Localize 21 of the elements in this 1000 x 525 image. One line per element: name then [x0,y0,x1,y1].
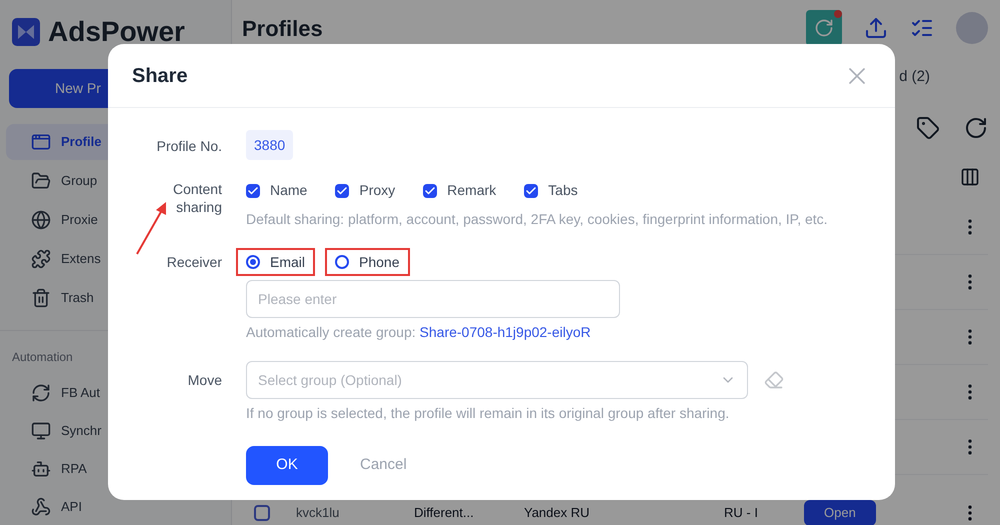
hint-text: Default sharing: platform, account, password, 2FA key, cookies, fingerprint information, IP, etc. [246,210,829,229]
group-name: Share-0708-h1j9p02-eilyoR [420,324,591,340]
checkbox-label: Tabs [548,181,578,200]
profile-name: kvck1lu [296,504,340,522]
profile-number: 3880 [246,130,294,160]
table-cell-text: Yandex RU [524,504,591,522]
field-label: Content sharing [172,180,222,216]
dialog-title: Share [132,64,188,88]
checkbox-label: Name [270,181,308,200]
field-label: Profile No. [156,137,222,156]
hint-text: Automatically create group: [246,324,416,340]
section-title: Automation [11,350,73,364]
checkbox-label: Proxy [359,181,396,200]
app-logo-text: AdsPower [48,15,185,49]
field-label: Move [188,371,222,390]
table-cell-text: Different... [414,504,475,522]
checkbox-label: Remark [447,181,496,200]
field-label: Receiver [166,253,222,272]
hint-text: If no group is selected, the profile will remain in its original group after sharing. [246,404,730,423]
page-title: Profiles [242,14,323,42]
table-cell-text: RU - I [724,504,759,522]
